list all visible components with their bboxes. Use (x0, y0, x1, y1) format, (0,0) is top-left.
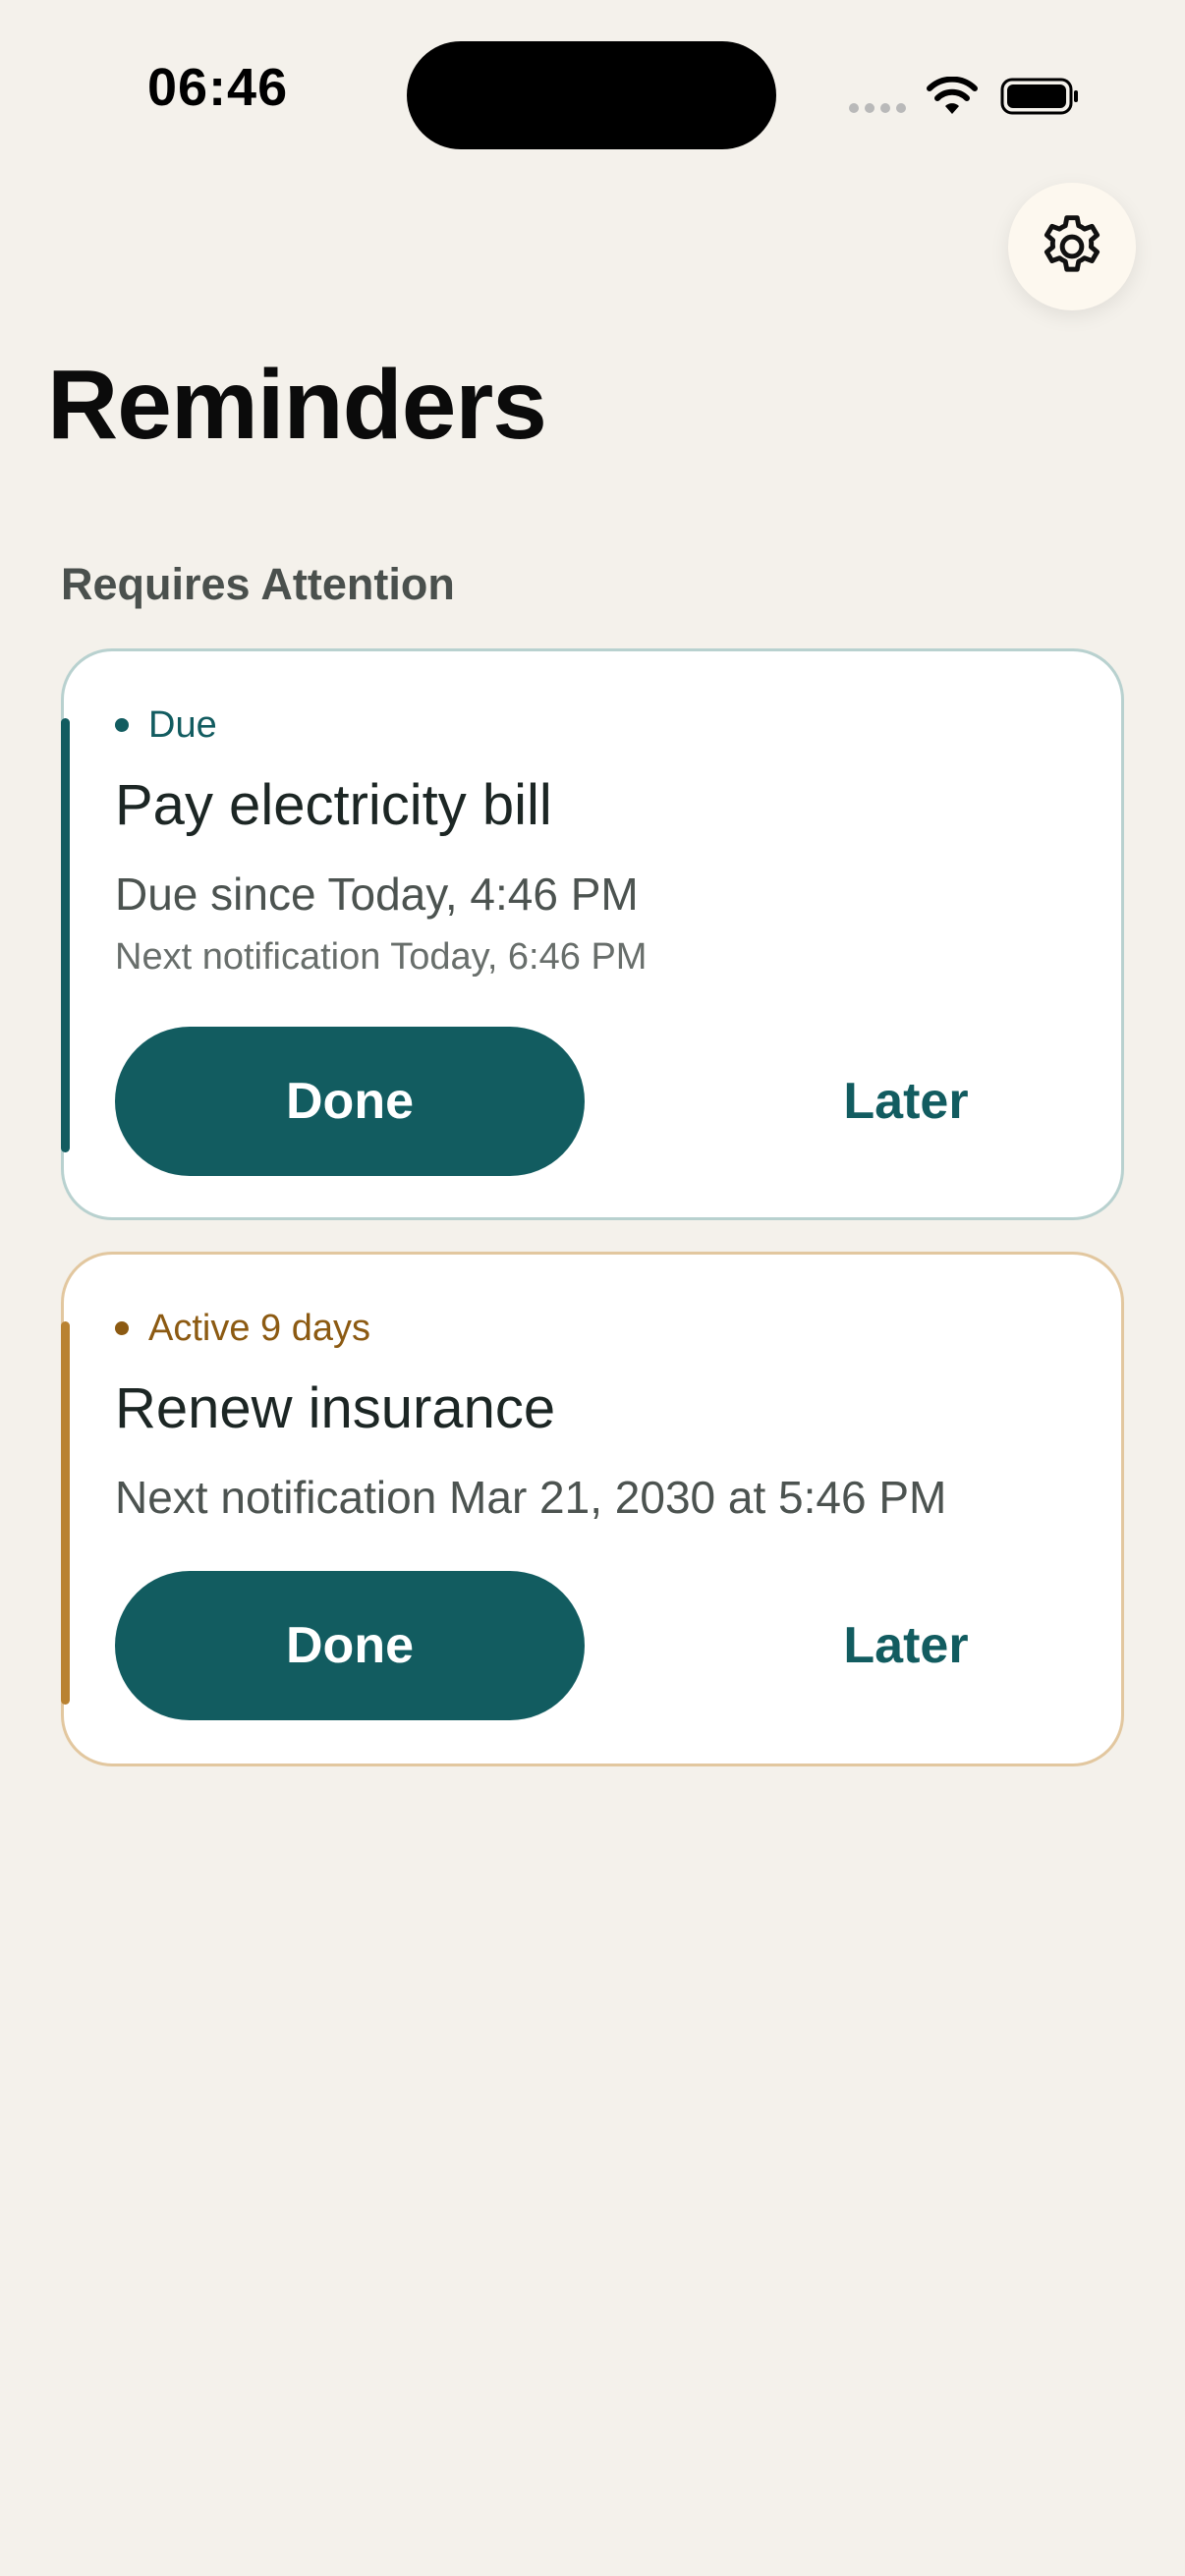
status-badge: Active 9 days (115, 1310, 370, 1347)
done-button[interactable]: Done (115, 1027, 585, 1176)
battery-icon (1000, 78, 1078, 115)
status-time: 06:46 (147, 58, 289, 117)
later-button[interactable]: Later (673, 1571, 1139, 1720)
done-button[interactable]: Done (115, 1571, 585, 1720)
status-label: Active 9 days (148, 1308, 370, 1349)
reminder-next-notification: Next notification Today, 6:46 PM (115, 936, 648, 978)
signal-dots-icon (849, 103, 906, 113)
reminder-next-notification: Next notification Mar 21, 2030 at 5:46 P… (115, 1472, 947, 1523)
accent-bar (61, 718, 70, 1152)
reminder-card[interactable]: Active 9 days Renew insurance Next notif… (61, 1252, 1124, 1766)
page-title: Reminders (47, 350, 547, 460)
wifi-icon (927, 77, 978, 114)
status-badge: Due (115, 706, 217, 744)
accent-bar (61, 1321, 70, 1705)
status-dot-icon (115, 1321, 129, 1335)
reminder-title: Renew insurance (115, 1376, 556, 1440)
reminder-due-time: Due since Today, 4:46 PM (115, 868, 639, 920)
reminder-title: Pay electricity bill (115, 773, 552, 837)
later-button[interactable]: Later (673, 1027, 1139, 1176)
reminder-card[interactable]: Due Pay electricity bill Due since Today… (61, 648, 1124, 1220)
gear-icon (1044, 215, 1100, 272)
status-label: Due (148, 704, 217, 746)
settings-button[interactable] (1008, 183, 1136, 310)
status-dot-icon (115, 718, 129, 732)
dynamic-island (407, 41, 776, 149)
section-title: Requires Attention (61, 559, 455, 609)
